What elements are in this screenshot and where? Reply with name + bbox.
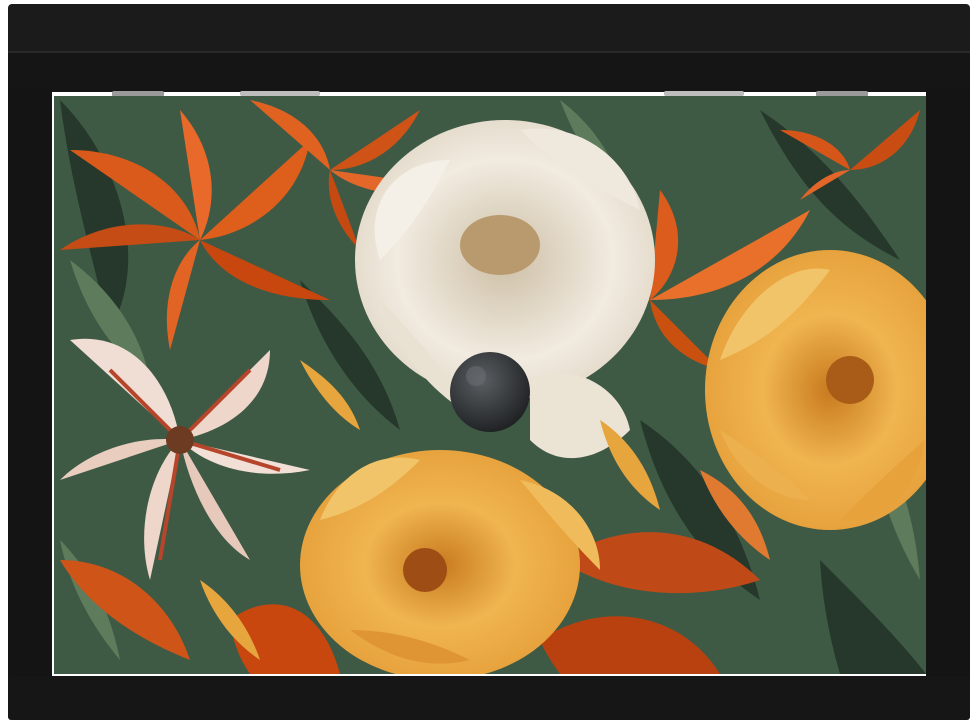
cabinet-bottom [8,676,970,720]
yellow-flower-right [705,250,926,530]
knob-icon[interactable] [450,352,530,432]
cabinet-left-side [8,88,52,688]
hinge-icon [240,91,320,96]
cabinet-top-front-edge [8,52,970,92]
bread-box-scene [8,4,970,720]
door-knob[interactable] [450,352,530,432]
knob-highlight [466,366,486,386]
hinge-icon [664,91,744,96]
cabinet-right-side [926,88,970,688]
